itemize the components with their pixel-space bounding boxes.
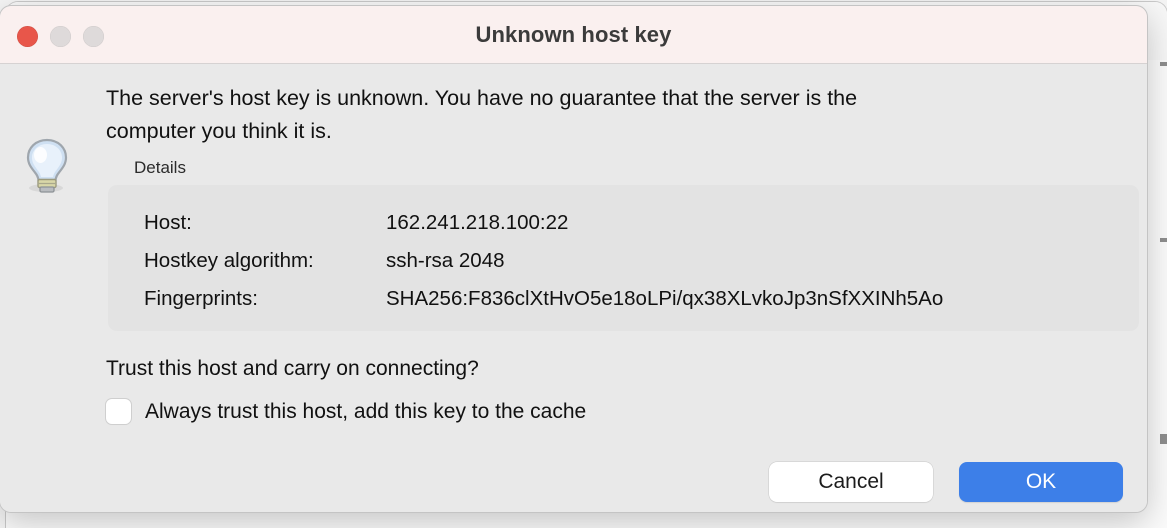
background-window-edge-mark: [1160, 238, 1167, 242]
dialog-message: The server's host key is unknown. You ha…: [106, 86, 858, 143]
detail-value-hostkey-algorithm: ssh-rsa 2048: [386, 249, 505, 272]
cancel-button[interactable]: Cancel: [769, 462, 933, 502]
dialog-titlebar[interactable]: Unknown host key: [0, 6, 1147, 64]
trust-question: Trust this host and carry on connecting?: [106, 357, 479, 380]
detail-value-host: 162.241.218.100:22: [386, 211, 569, 234]
details-label: Details: [134, 158, 186, 177]
detail-row: Fingerprints: SHA256:F836clXtHvO5e18oLPi/…: [144, 287, 943, 311]
always-trust-checkbox[interactable]: [106, 399, 131, 424]
detail-key-host: Host:: [144, 211, 192, 234]
ok-button[interactable]: OK: [959, 462, 1123, 502]
background-window-edge-mark: [1160, 434, 1167, 444]
lightbulb-icon: [26, 138, 68, 193]
detail-row: Host: 162.241.218.100:22: [144, 211, 568, 235]
background-window-edge-mark: [1160, 62, 1167, 66]
dialog-buttons: Cancel OK: [769, 462, 1123, 502]
dialog-title: Unknown host key: [475, 22, 672, 47]
details-box: Host: 162.241.218.100:22 Hostkey algorith…: [108, 185, 1139, 331]
dialog-content: The server's host key is unknown. You ha…: [0, 64, 1147, 512]
always-trust-checkbox-row[interactable]: Always trust this host, add this key to …: [106, 399, 586, 424]
detail-key-fingerprints: Fingerprints:: [144, 287, 258, 310]
always-trust-checkbox-label: Always trust this host, add this key to …: [145, 399, 587, 423]
desktop-background: Unknown host key The server's host key i…: [0, 0, 1167, 528]
detail-key-hostkey-algorithm: Hostkey algorithm:: [144, 249, 314, 272]
unknown-host-key-dialog: Unknown host key The server's host key i…: [0, 6, 1147, 512]
detail-value-fingerprints: SHA256:F836clXtHvO5e18oLPi/qx38XLvkoJp3n…: [386, 287, 944, 310]
detail-row: Hostkey algorithm: ssh-rsa 2048: [144, 249, 505, 273]
